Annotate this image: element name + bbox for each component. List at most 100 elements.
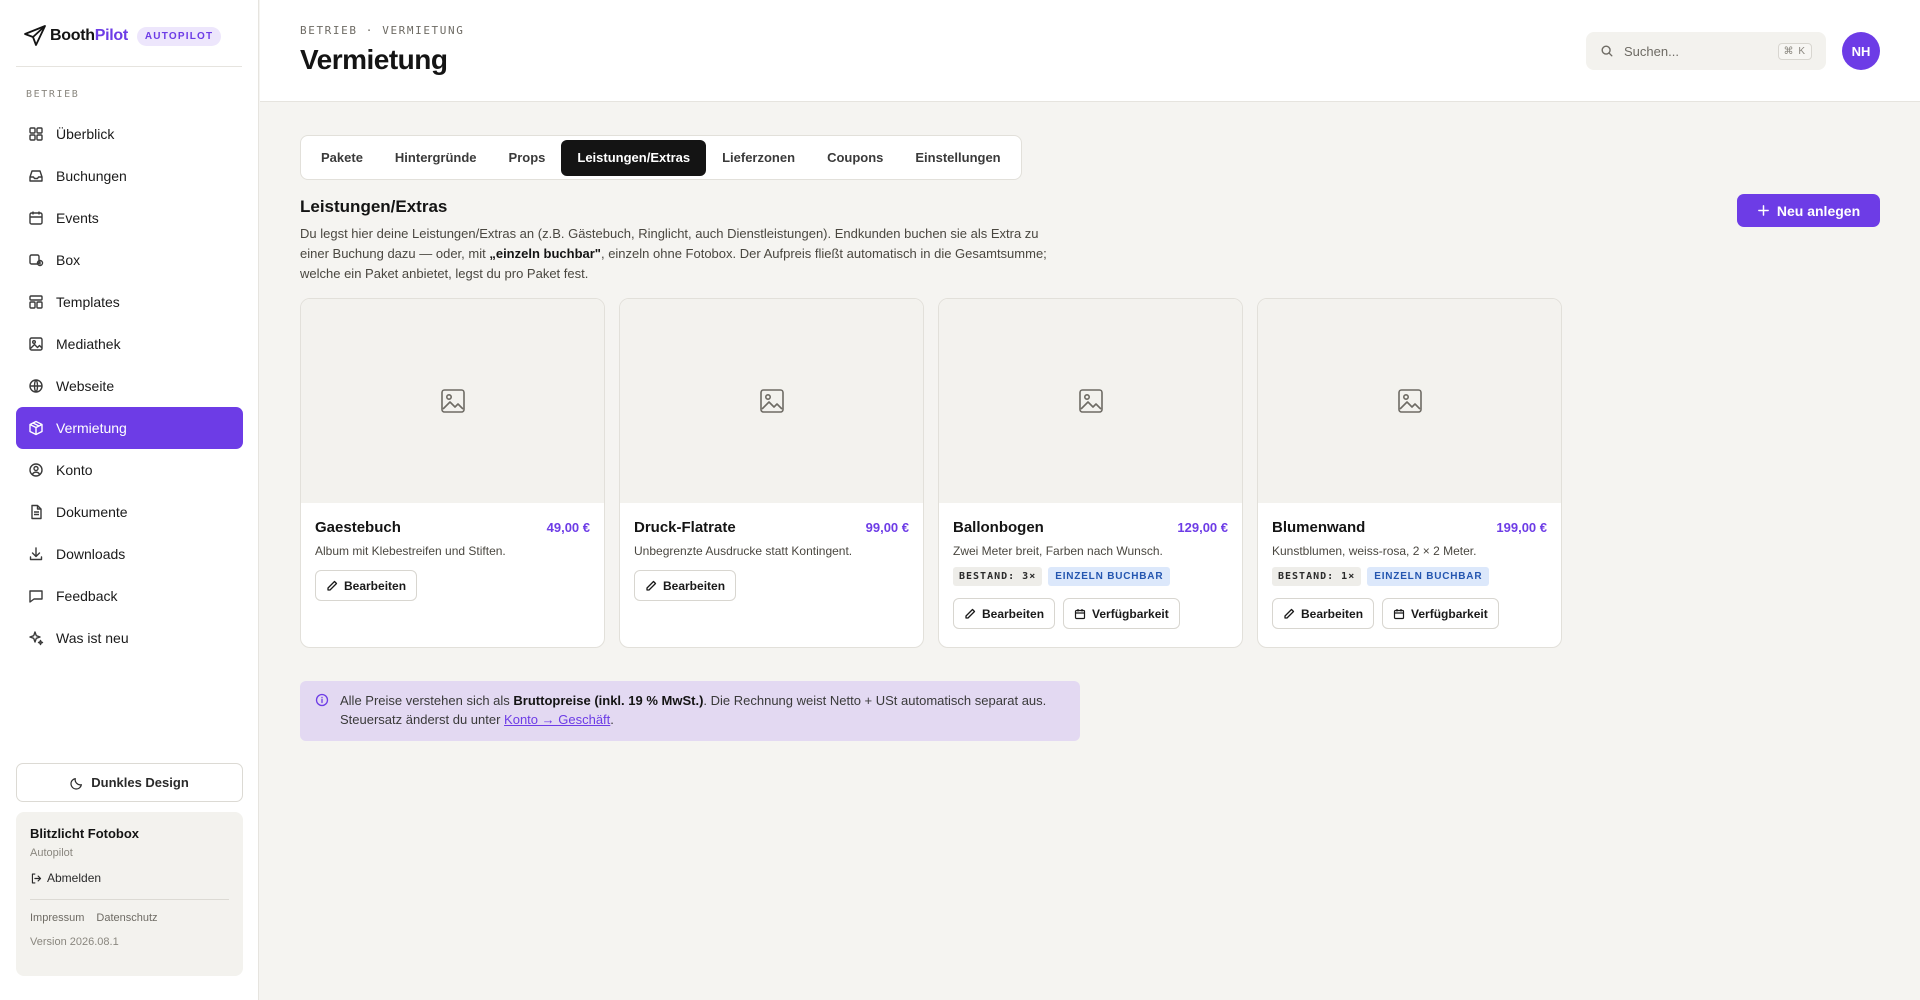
plus-icon: [1757, 205, 1769, 216]
tab-hintergruende[interactable]: Hintergründe: [379, 140, 493, 176]
stock-badge: BESTAND: 1×: [1272, 567, 1362, 586]
availability-label: Verfügbarkeit: [1411, 606, 1488, 621]
calendar-icon: [29, 211, 43, 225]
extra-price: 49,00 €: [546, 520, 590, 535]
search-shortcut: ⌘ K: [1777, 42, 1812, 60]
extra-card: Druck-Flatrate 99,00 € Unbegrenzte Ausdr…: [619, 298, 924, 648]
brand-logo[interactable]: BoothPilot AUTOPILOT: [23, 22, 222, 50]
info-icon: [315, 693, 329, 707]
pencil-icon: [327, 580, 338, 591]
sidebar-nav: Überblick Buchungen Events Box Templates…: [16, 113, 243, 659]
sidebar-item-downloads[interactable]: Downloads: [16, 533, 243, 575]
image-placeholder-icon: [1397, 389, 1422, 413]
logout-button[interactable]: Abmelden: [30, 871, 229, 885]
sidebar-item-buchungen[interactable]: Buchungen: [16, 155, 243, 197]
image-placeholder: [620, 299, 923, 503]
extra-price: 129,00 €: [1177, 520, 1228, 535]
image-placeholder-icon: [440, 389, 465, 413]
tab-coupons[interactable]: Coupons: [811, 140, 899, 176]
image-placeholder-icon: [759, 389, 784, 413]
new-item-label: Neu anlegen: [1776, 202, 1861, 219]
divider: [16, 66, 242, 67]
tab-lieferzonen[interactable]: Lieferzonen: [706, 140, 811, 176]
tax-info-notice: Alle Preise verstehen sich als Bruttopre…: [300, 681, 1080, 741]
sidebar-item-label: Vermietung: [56, 420, 127, 436]
sidebar-item-label: Was ist neu: [56, 630, 129, 646]
dark-mode-label: Dunkles Design: [91, 775, 189, 790]
extra-description: Album mit Klebestreifen und Stiften.: [315, 544, 506, 558]
package-icon: [29, 420, 43, 436]
sidebar-item-label: Feedback: [56, 588, 118, 604]
divider: [30, 899, 229, 900]
tab-pakete[interactable]: Pakete: [305, 140, 379, 176]
template-icon: [29, 295, 43, 309]
sidebar-item-label: Webseite: [56, 378, 115, 394]
pencil-icon: [965, 608, 976, 619]
rental-tabs: Pakete Hintergründe Props Leistungen/Ext…: [300, 135, 1022, 180]
account-name: Blitzlicht Fotobox: [30, 826, 140, 841]
new-item-button[interactable]: Neu anlegen: [1737, 194, 1880, 227]
sidebar-item-label: Mediathek: [56, 336, 121, 352]
brand-name: BoothPilot: [50, 27, 128, 44]
tab-einstellungen[interactable]: Einstellungen: [899, 140, 1016, 176]
account-panel: Blitzlicht Fotobox Autopilot Abmelden Im…: [16, 812, 243, 976]
account-plan: Autopilot: [30, 847, 73, 859]
extra-card: Gaestebuch 49,00 € Album mit Klebestreif…: [300, 298, 605, 648]
app-version: Version 2026.08.1: [30, 936, 119, 948]
sidebar-item-konto[interactable]: Konto: [16, 449, 243, 491]
extra-price: 99,00 €: [865, 520, 909, 535]
stock-badge: BESTAND: 3×: [953, 567, 1043, 586]
tab-leistungen-extras[interactable]: Leistungen/Extras: [561, 139, 707, 176]
tab-props[interactable]: Props: [493, 140, 562, 176]
edit-button[interactable]: Bearbeiten: [953, 598, 1056, 629]
sidebar-item-mediathek[interactable]: Mediathek: [16, 323, 243, 365]
nav-section-label: BETRIEB: [26, 89, 80, 100]
document-icon: [31, 504, 42, 520]
availability-button[interactable]: Verfügbarkeit: [1382, 598, 1499, 629]
dark-mode-button[interactable]: Dunkles Design: [16, 763, 243, 802]
breadcrumb: BETRIEB · VERMIETUNG: [300, 24, 465, 37]
edit-button[interactable]: Bearbeiten: [634, 570, 737, 601]
sidebar-item-ueberblick[interactable]: Überblick: [16, 113, 243, 155]
globe-icon: [29, 379, 43, 393]
sidebar-item-label: Dokumente: [56, 504, 128, 520]
sidebar-item-webseite[interactable]: Webseite: [16, 365, 243, 407]
sidebar: BoothPilot AUTOPILOT BETRIEB Überblick B…: [0, 0, 259, 1000]
edit-button[interactable]: Bearbeiten: [1272, 598, 1375, 629]
download-icon: [29, 547, 43, 561]
avatar[interactable]: NH: [1842, 32, 1880, 70]
calendar-icon: [1074, 608, 1086, 619]
extra-description: Kunstblumen, weiss-rosa, 2 × 2 Meter.: [1272, 544, 1477, 558]
image-icon: [29, 337, 43, 351]
section-description: Du legst hier deine Leistungen/Extras an…: [300, 226, 1047, 281]
bookable-single-badge: EINZELN BUCHBAR: [1048, 567, 1171, 586]
extra-name: Ballonbogen: [953, 519, 1044, 536]
sidebar-item-events[interactable]: Events: [16, 197, 243, 239]
extra-description: Zwei Meter breit, Farben nach Wunsch.: [953, 544, 1163, 558]
message-icon: [29, 590, 43, 603]
sidebar-item-vermietung[interactable]: Vermietung: [16, 407, 243, 449]
edit-label: Bearbeiten: [982, 606, 1045, 621]
pencil-icon: [646, 580, 657, 591]
edit-label: Bearbeiten: [1301, 606, 1364, 621]
bookable-single-badge: EINZELN BUCHBAR: [1367, 567, 1490, 586]
sidebar-item-dokumente[interactable]: Dokumente: [16, 491, 243, 533]
top-header: BETRIEB · VERMIETUNG Vermietung Suchen..…: [260, 0, 1920, 102]
inbox-icon: [29, 170, 43, 182]
search-input[interactable]: Suchen... ⌘ K: [1586, 32, 1826, 70]
account-business-link[interactable]: Konto → Geschäft: [504, 712, 610, 727]
sidebar-item-label: Templates: [56, 294, 120, 310]
pencil-icon: [1284, 608, 1295, 619]
extra-card: Blumenwand 199,00 € Kunstblumen, weiss-r…: [1257, 298, 1562, 648]
sidebar-item-box[interactable]: Box: [16, 239, 243, 281]
sidebar-item-feedback[interactable]: Feedback: [16, 575, 243, 617]
availability-button[interactable]: Verfügbarkeit: [1063, 598, 1180, 629]
sidebar-item-was-ist-neu[interactable]: Was ist neu: [16, 617, 243, 659]
impressum-link[interactable]: Impressum: [30, 912, 84, 924]
sidebar-item-templates[interactable]: Templates: [16, 281, 243, 323]
datenschutz-link[interactable]: Datenschutz: [96, 912, 157, 924]
extra-card: Ballonbogen 129,00 € Zwei Meter breit, F…: [938, 298, 1243, 648]
extra-price: 199,00 €: [1496, 520, 1547, 535]
edit-button[interactable]: Bearbeiten: [315, 570, 418, 601]
legal-links: Impressum Datenschutz: [30, 912, 229, 924]
